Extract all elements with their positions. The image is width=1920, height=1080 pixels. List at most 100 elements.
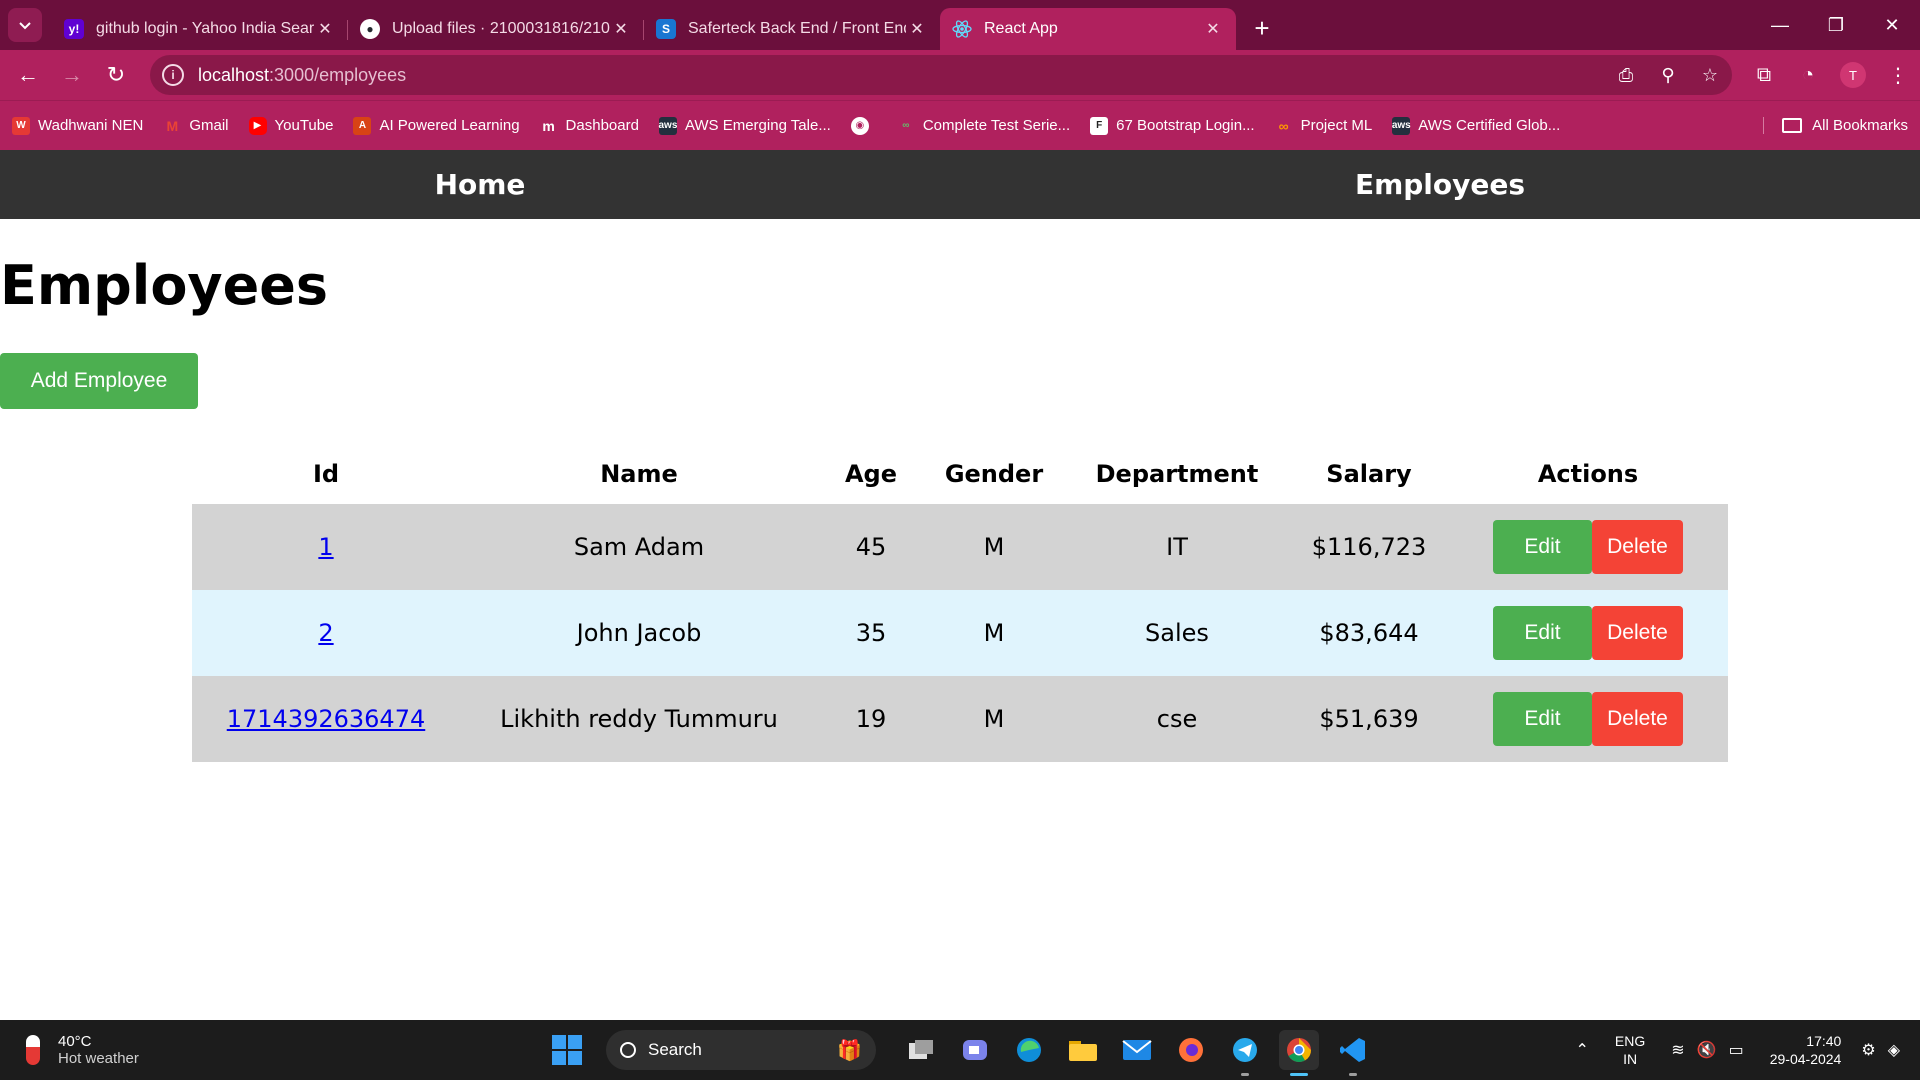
forward-icon[interactable]: → [54,57,90,93]
delete-button[interactable]: Delete [1592,606,1683,660]
url-text[interactable]: localhost:3000/employees [198,65,1594,86]
tab-search-button[interactable] [8,8,42,42]
bookmark-label: Wadhwani NEN [38,117,144,134]
bookmark-dashboard[interactable]: m Dashboard [540,117,639,135]
tab-saferteck[interactable]: S Saferteck Back End / Front End ✕ [644,8,940,50]
performance-icon[interactable]: ◔ [1796,64,1820,87]
bookmark-globe[interactable]: ◉ [850,116,877,135]
page-title: Employees [0,254,329,317]
bookmark-wadhwani[interactable]: W Wadhwani NEN [12,116,144,135]
copilot-icon[interactable]: ◈ [1888,1040,1900,1060]
windows-start-icon[interactable] [552,1035,582,1065]
site-info-icon[interactable]: i [162,64,184,86]
battery-icon[interactable]: ▭ [1729,1040,1744,1060]
close-window-icon[interactable]: ✕ [1864,0,1920,50]
cell-id: 1714392636474 [192,676,460,762]
bookmark-label: AI Powered Learning [379,117,520,134]
extensions-icon[interactable]: ⧉ [1752,64,1776,87]
cell-gender: M [983,705,1005,733]
tab-react-app[interactable]: React App ✕ [940,8,1236,50]
restore-icon[interactable]: ❐ [1808,0,1864,50]
edit-button[interactable]: Edit [1493,692,1592,746]
bookmark-bootstrap[interactable]: F 67 Bootstrap Login... [1090,116,1255,135]
cell-id: 2 [192,590,460,676]
bookmarks-bar: W Wadhwani NEN M Gmail ▶ YouTube A AI Powere… [0,100,1920,150]
bookmark-aws-certified[interactable]: aws AWS Certified Glob... [1392,116,1560,135]
close-icon[interactable]: ✕ [1202,18,1224,40]
settings-gear-icon[interactable]: ⚙ [1861,1040,1875,1060]
nav-link-home[interactable]: Home [0,150,960,219]
speaker-muted-icon[interactable]: 🔇 [1697,1040,1717,1060]
teams-icon[interactable] [955,1030,995,1070]
cell-gender: M [983,533,1005,561]
table-row: 2 John Jacob 35 M Sales $83,644 Edit Dele… [192,590,1728,676]
bookmark-test-series[interactable]: ∞ Complete Test Serie... [897,117,1070,135]
clock-date: 29-04-2024 [1769,1051,1842,1067]
bookmark-label: Project ML [1300,117,1373,134]
telegram-icon[interactable] [1225,1030,1265,1076]
edge-icon[interactable] [1009,1030,1049,1070]
aws-icon: aws [658,116,677,135]
chevron-up-icon[interactable]: ⌃ [1576,1040,1589,1060]
bookmark-ai-learning[interactable]: A AI Powered Learning [353,116,520,135]
bookmark-project-ml[interactable]: ∞ Project ML [1275,117,1373,135]
zoom-icon[interactable]: ⚲ [1658,65,1678,86]
taskbar-apps: Search 🎁 [552,1020,1380,1080]
edit-button[interactable]: Edit [1493,606,1592,660]
address-bar[interactable]: i localhost:3000/employees ⎙ ⚲ ☆ [150,55,1732,95]
delete-button[interactable]: Delete [1592,520,1683,574]
chevron-down-icon [19,22,31,30]
table-row: 1714392636474 Likhith reddy Tummuru 19 M… [192,676,1728,762]
bookmark-star-icon[interactable]: ☆ [1700,65,1720,86]
window-controls: — ❐ ✕ [1752,0,1920,50]
mail-icon[interactable] [1117,1030,1157,1070]
chrome-icon[interactable] [1279,1030,1319,1076]
weather-widget[interactable]: 40°C Hot weather [26,1033,139,1067]
header-salary: Salary [1326,460,1412,488]
task-view-icon[interactable] [901,1030,941,1070]
taskbar-search[interactable]: Search 🎁 [606,1030,876,1070]
bookmark-aws-emerging[interactable]: aws AWS Emerging Tale... [658,116,831,135]
language-indicator[interactable]: ENG IN [1615,1032,1645,1068]
bookmark-label: 67 Bootstrap Login... [1116,117,1255,134]
delete-button[interactable]: Delete [1592,692,1683,746]
bookmark-label: Gmail [189,117,229,134]
cell-department: IT [1166,533,1188,561]
minimize-icon[interactable]: — [1752,0,1808,50]
weather-description: Hot weather [58,1050,139,1067]
wifi-icon[interactable]: ≋ [1671,1040,1684,1060]
all-bookmarks-button[interactable]: All Bookmarks [1763,117,1908,134]
close-icon[interactable]: ✕ [906,18,928,40]
nav-link-employees[interactable]: Employees [960,150,1920,219]
thermometer-icon [26,1035,40,1065]
clock[interactable]: 17:40 29-04-2024 [1770,1032,1842,1068]
profile-avatar[interactable]: T [1840,62,1866,88]
install-app-icon[interactable]: ⎙ [1616,65,1636,86]
menu-icon[interactable]: ⋮ [1886,63,1910,88]
reload-icon[interactable]: ↻ [98,57,134,93]
tab-yahoo[interactable]: y! github login - Yahoo India Search ✕ [52,8,348,50]
edit-button[interactable]: Edit [1493,520,1592,574]
running-indicator [1241,1073,1249,1076]
employee-id-link[interactable]: 1714392636474 [227,705,426,733]
vscode-icon[interactable] [1333,1030,1373,1076]
firefox-icon[interactable] [1171,1030,1211,1070]
bookmark-gmail[interactable]: M Gmail [163,117,228,135]
employee-id-link[interactable]: 1 [318,533,333,561]
close-icon[interactable]: ✕ [314,18,336,40]
region-code: IN [1623,1051,1638,1067]
bookmark-label: Dashboard [565,117,639,134]
add-employee-button[interactable]: Add Employee [0,353,198,409]
cell-salary: $83,644 [1319,619,1419,647]
gmail-icon: M [166,117,179,134]
globe-icon: ◉ [850,116,869,135]
tab-github[interactable]: ● Upload files · 2100031816/2100031816 ✕ [348,8,644,50]
back-icon[interactable]: ← [10,57,46,93]
cell-department: cse [1156,705,1198,733]
employee-id-link[interactable]: 2 [318,619,333,647]
file-explorer-icon[interactable] [1063,1030,1103,1070]
close-icon[interactable]: ✕ [610,18,632,40]
new-tab-button[interactable]: + [1244,10,1280,46]
weather-text: 40°C Hot weather [58,1033,139,1067]
bookmark-youtube[interactable]: ▶ YouTube [248,116,333,135]
